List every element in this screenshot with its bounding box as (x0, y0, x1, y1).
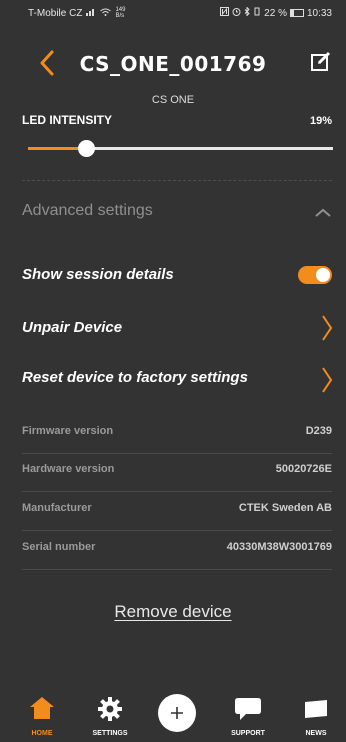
led-intensity-label: LED INTENSITY (22, 113, 113, 127)
remove-device-link[interactable]: Remove device (0, 602, 346, 622)
tab-label: SETTINGS (92, 730, 128, 737)
home-icon (30, 697, 54, 719)
hardware-row: Hardware version 50020726E (22, 453, 332, 492)
plus-icon (171, 707, 183, 719)
info-label: Firmware version (22, 425, 114, 437)
show-session-label: Show session details (22, 266, 174, 283)
bluetooth-icon (244, 6, 250, 19)
status-bar: T-Mobile CZ 149 B/s 22 % 10:33 (0, 0, 346, 22)
header: CS_ONE_001769 (0, 40, 346, 100)
add-button[interactable] (158, 694, 196, 732)
signal-icon (86, 8, 96, 19)
info-label: Hardware version (22, 463, 115, 475)
battery-percent: 22 % (264, 7, 287, 19)
tab-settings[interactable]: SETTINGS (80, 690, 140, 742)
alarm-icon (232, 7, 241, 19)
speech-bubble-icon (235, 698, 261, 720)
clock: 10:33 (306, 7, 332, 19)
info-value: D239 (305, 425, 332, 437)
net-speed: 149 B/s (115, 7, 126, 19)
manufacturer-row: Manufacturer CTEK Sweden AB (22, 492, 332, 531)
info-value: CTEK Sweden AB (238, 502, 332, 514)
vibrate-icon (253, 7, 261, 19)
tab-home[interactable]: HOME (12, 690, 72, 742)
show-session-toggle[interactable] (298, 266, 332, 284)
battery-icon (289, 9, 304, 17)
info-label: Manufacturer (22, 502, 92, 514)
info-value: 40330M38W3001769 (226, 541, 332, 553)
wifi-icon (100, 8, 112, 19)
tab-label: SUPPORT (231, 730, 265, 737)
advanced-settings-title[interactable]: Advanced settings (22, 202, 153, 220)
page-title: CS_ONE_001769 (79, 52, 267, 76)
gear-icon (98, 697, 122, 721)
toggle-knob (316, 268, 330, 282)
chevron-right-icon[interactable] (320, 314, 334, 342)
info-value: 50020726E (275, 463, 332, 475)
carrier-text: T-Mobile CZ (28, 7, 83, 19)
nfc-icon (220, 7, 230, 19)
reset-factory-item[interactable]: Reset device to factory settings (22, 369, 248, 386)
led-intensity-value: 19% (309, 115, 332, 127)
divider (22, 180, 332, 181)
chevron-up-icon[interactable] (314, 206, 332, 218)
edit-icon[interactable] (310, 50, 332, 72)
tab-news[interactable]: NEWS (286, 690, 346, 742)
tab-label: NEWS (305, 730, 327, 737)
led-intensity-slider[interactable] (28, 140, 333, 158)
tab-support[interactable]: SUPPORT (218, 690, 278, 742)
device-model: CS ONE (151, 94, 195, 106)
serial-row: Serial number 40330M38W3001769 (22, 531, 332, 570)
bottom-tab-bar: HOME SETTINGS SUPPORT NEWS (0, 690, 346, 742)
unpair-device-item[interactable]: Unpair Device (22, 319, 122, 336)
chevron-right-icon[interactable] (320, 366, 334, 394)
news-icon (305, 700, 327, 718)
info-label: Serial number (22, 541, 96, 553)
tab-label: HOME (31, 730, 53, 737)
firmware-row: Firmware version D239 (22, 415, 332, 454)
slider-thumb[interactable] (77, 140, 95, 157)
